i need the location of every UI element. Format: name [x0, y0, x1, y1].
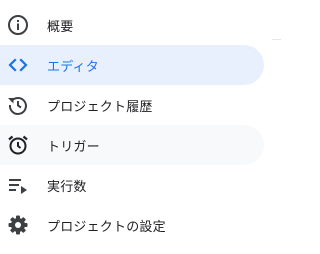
nav-item-overview[interactable]: 概要: [0, 5, 264, 45]
code-brackets-icon: [6, 53, 30, 77]
nav-item-label: 実行数: [47, 179, 87, 195]
nav-item-project-settings[interactable]: プロジェクトの設定: [0, 205, 264, 245]
nav-item-label: プロジェクトの設定: [47, 219, 166, 235]
executions-icon: [6, 173, 30, 197]
nav-item-project-history[interactable]: プロジェクト履歴: [0, 85, 264, 125]
info-icon: [6, 13, 30, 37]
nav-item-label: トリガー: [47, 139, 100, 155]
header-divider: [272, 39, 281, 40]
nav-item-label: プロジェクト履歴: [47, 99, 153, 115]
nav-item-label: エディタ: [47, 59, 99, 75]
nav-item-triggers[interactable]: トリガー: [0, 125, 264, 165]
nav-item-label: 概要: [47, 19, 74, 35]
alarm-clock-icon: [6, 133, 30, 157]
side-navigation: 概要 エディタ プロジェクト履歴 トリガー 実行数 プロジェクトの設定: [0, 0, 272, 254]
gear-icon: [6, 213, 30, 237]
nav-item-editor[interactable]: エディタ: [0, 45, 264, 85]
history-icon: [6, 93, 30, 117]
main-content-edge: [272, 0, 281, 254]
nav-item-executions[interactable]: 実行数: [0, 165, 264, 205]
